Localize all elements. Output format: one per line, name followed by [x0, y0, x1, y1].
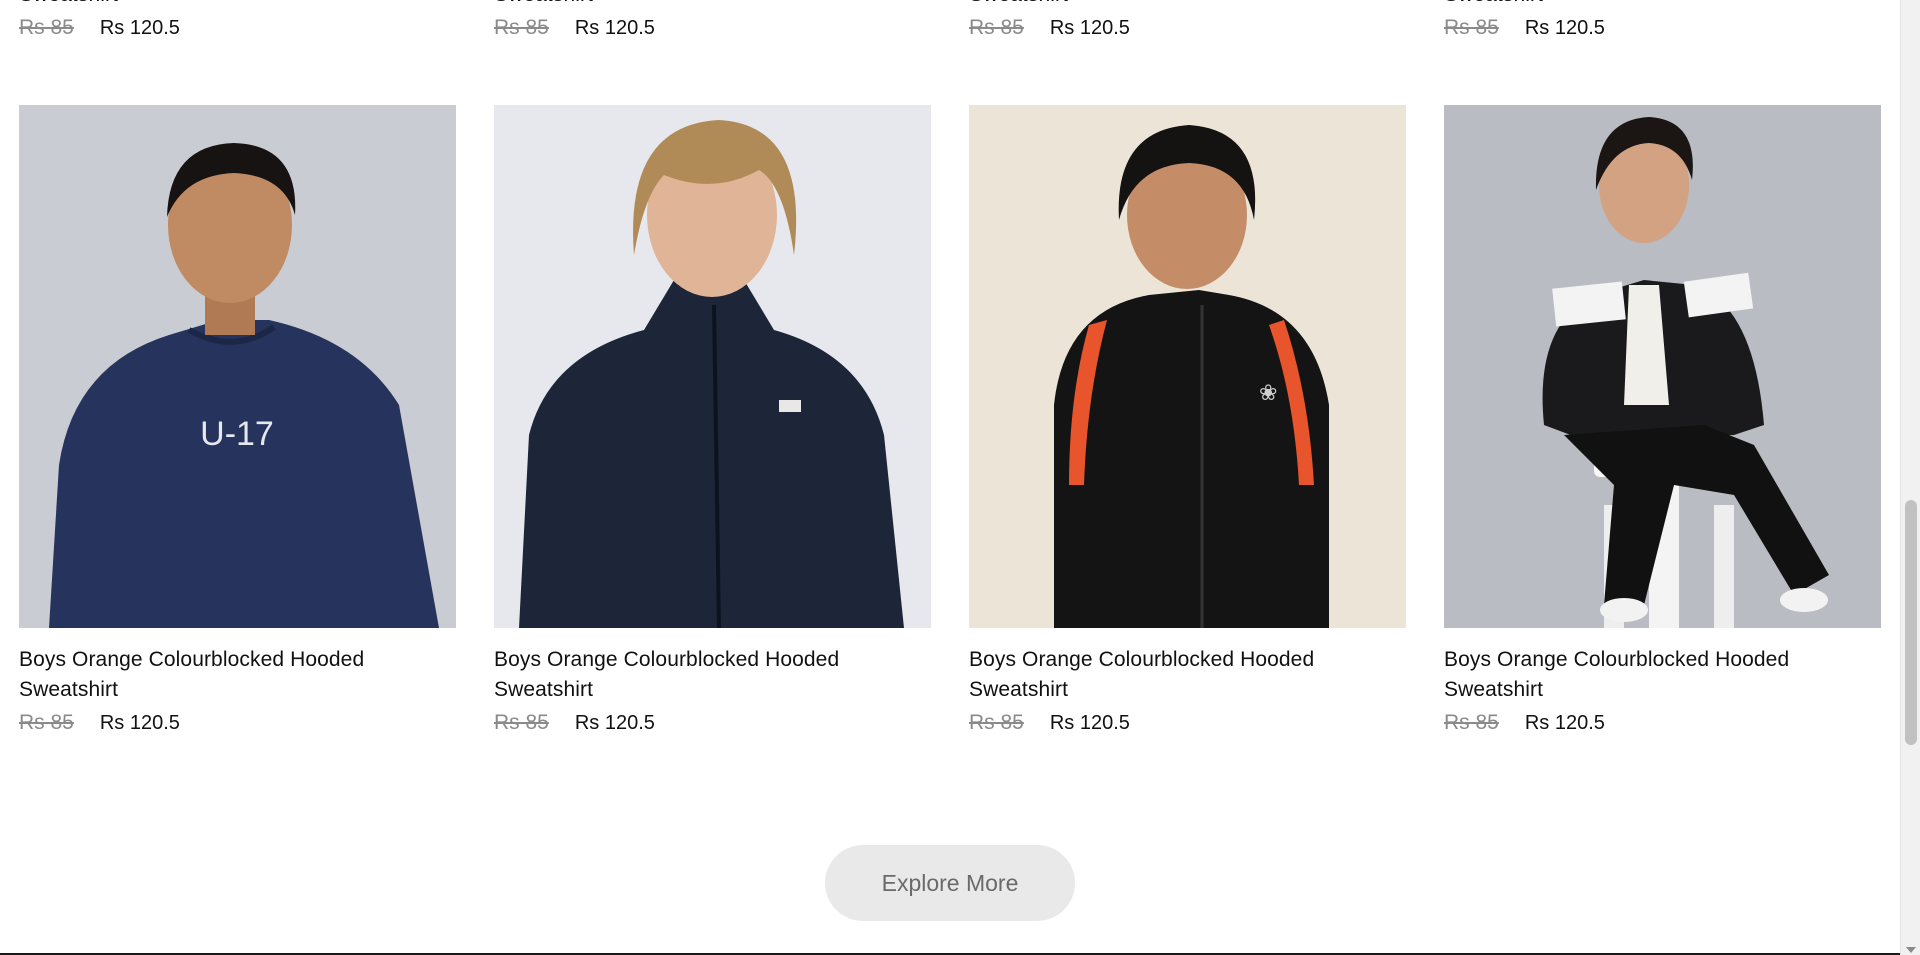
- sale-price: Rs 120.5: [574, 17, 655, 39]
- original-price: Rs 85: [19, 711, 74, 734]
- product-card[interactable]: Sweatshirt Rs 85 Rs 120.5: [19, 0, 456, 40]
- product-image[interactable]: [494, 105, 931, 628]
- original-price: Rs 85: [1444, 711, 1499, 734]
- scrollbar-thumb[interactable]: [1905, 500, 1917, 745]
- product-card[interactable]: Sweatshirt Rs 85 Rs 120.5: [969, 0, 1406, 40]
- product-image[interactable]: ❀: [969, 105, 1406, 628]
- product-image[interactable]: [1444, 105, 1881, 628]
- svg-text:❀: ❀: [1259, 380, 1277, 405]
- svg-text:U-17: U-17: [200, 415, 274, 453]
- original-price: Rs 85: [494, 16, 549, 39]
- boy-navy-sweatshirt-image: U-17: [19, 105, 456, 628]
- product-listing-page: Sweatshirt Rs 85 Rs 120.5 Sweatshirt Rs 8…: [0, 0, 1900, 955]
- product-row-previous: Sweatshirt Rs 85 Rs 120.5 Sweatshirt Rs 8…: [19, 0, 1881, 40]
- original-price: Rs 85: [19, 16, 74, 39]
- product-row: U-17 Boys Orange Colourblocked Hooded Sw…: [19, 105, 1881, 735]
- sale-price: Rs 120.5: [99, 712, 180, 734]
- product-card[interactable]: ❀ Boys Orange Colourblocked Hooded Sweat…: [969, 105, 1406, 735]
- boy-navy-jacket-image: [494, 105, 931, 628]
- original-price: Rs 85: [969, 16, 1024, 39]
- sale-price: Rs 120.5: [1524, 712, 1605, 734]
- product-name[interactable]: Sweatshirt: [1444, 0, 1881, 10]
- sale-price: Rs 120.5: [1524, 17, 1605, 39]
- original-price: Rs 85: [1444, 16, 1499, 39]
- product-name[interactable]: Sweatshirt: [969, 0, 1406, 10]
- product-card[interactable]: Sweatshirt Rs 85 Rs 120.5: [494, 0, 931, 40]
- boy-black-bomber-jacket-image: [1444, 105, 1881, 628]
- product-name[interactable]: Sweatshirt: [19, 0, 456, 10]
- product-card[interactable]: Sweatshirt Rs 85 Rs 120.5: [1444, 0, 1881, 40]
- sale-price: Rs 120.5: [1049, 17, 1130, 39]
- sale-price: Rs 120.5: [99, 17, 180, 39]
- product-name[interactable]: Sweatshirt: [494, 0, 931, 10]
- explore-more-button[interactable]: Explore More: [825, 845, 1075, 921]
- product-card[interactable]: U-17 Boys Orange Colourblocked Hooded Sw…: [19, 105, 456, 735]
- scroll-down-arrow-icon[interactable]: [1906, 947, 1916, 953]
- vertical-scrollbar[interactable]: [1900, 0, 1920, 955]
- product-image[interactable]: U-17: [19, 105, 456, 628]
- product-name[interactable]: Boys Orange Colourblocked Hooded Sweatsh…: [1444, 645, 1881, 705]
- sale-price: Rs 120.5: [574, 712, 655, 734]
- original-price: Rs 85: [969, 711, 1024, 734]
- product-name[interactable]: Boys Orange Colourblocked Hooded Sweatsh…: [494, 645, 931, 705]
- product-name[interactable]: Boys Orange Colourblocked Hooded Sweatsh…: [969, 645, 1406, 705]
- original-price: Rs 85: [494, 711, 549, 734]
- boy-black-track-jacket-image: ❀: [969, 105, 1406, 628]
- product-card[interactable]: Boys Orange Colourblocked Hooded Sweatsh…: [494, 105, 931, 735]
- product-card[interactable]: Boys Orange Colourblocked Hooded Sweatsh…: [1444, 105, 1881, 735]
- product-name[interactable]: Boys Orange Colourblocked Hooded Sweatsh…: [19, 645, 456, 705]
- sale-price: Rs 120.5: [1049, 712, 1130, 734]
